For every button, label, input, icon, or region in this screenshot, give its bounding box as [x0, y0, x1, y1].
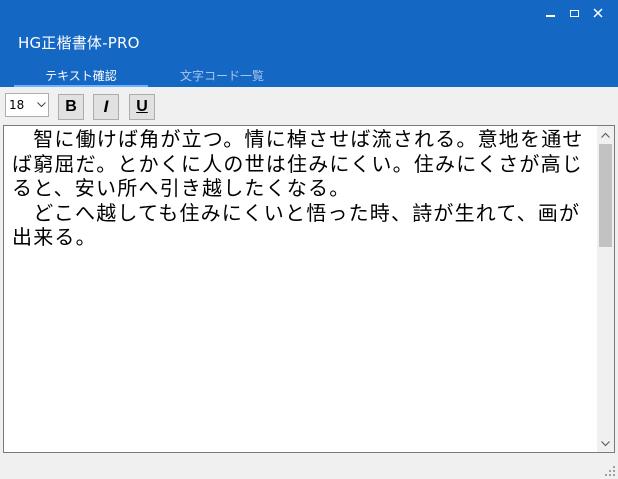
- maximize-icon: [569, 9, 579, 17]
- scrollbar-thumb[interactable]: [599, 144, 612, 247]
- maximize-button[interactable]: [565, 6, 583, 20]
- editor-text[interactable]: 智に働けば角が立つ。情に棹させば流される。意地を通せば窮屈だ。とかくに人の世は住…: [12, 126, 587, 250]
- underline-button[interactable]: U: [129, 94, 155, 120]
- tab-char-code-list[interactable]: 文字コード一覧: [148, 64, 296, 87]
- text-editor[interactable]: 智に働けば角が立つ。情に棹させば流される。意地を通せば窮屈だ。とかくに人の世は住…: [3, 125, 615, 453]
- minimize-icon: [545, 15, 555, 17]
- scroll-up-arrow-icon: [601, 132, 610, 138]
- scroll-up-button[interactable]: [597, 126, 614, 143]
- chevron-down-icon: [34, 102, 48, 108]
- italic-label: I: [103, 97, 109, 116]
- resize-grip-icon[interactable]: [604, 465, 616, 477]
- title-bar: HG正楷書体-PRO テキスト確認 文字コード一覧: [0, 0, 618, 88]
- bold-button[interactable]: B: [58, 94, 84, 120]
- italic-button[interactable]: I: [93, 94, 119, 120]
- font-size-select[interactable]: 18: [5, 93, 49, 117]
- font-size-value: 18: [9, 98, 25, 112]
- tab-text-check[interactable]: テキスト確認: [14, 64, 148, 87]
- close-icon: [593, 8, 603, 18]
- scroll-down-button[interactable]: [597, 435, 614, 452]
- bold-label: B: [65, 98, 77, 115]
- vertical-scrollbar[interactable]: [597, 126, 614, 452]
- minimize-button[interactable]: [541, 6, 559, 20]
- underline-label: U: [136, 98, 148, 115]
- status-bar: [0, 457, 618, 479]
- scroll-down-arrow-icon: [601, 440, 610, 446]
- app-title: HG正楷書体-PRO: [18, 34, 140, 52]
- close-button[interactable]: [589, 6, 607, 20]
